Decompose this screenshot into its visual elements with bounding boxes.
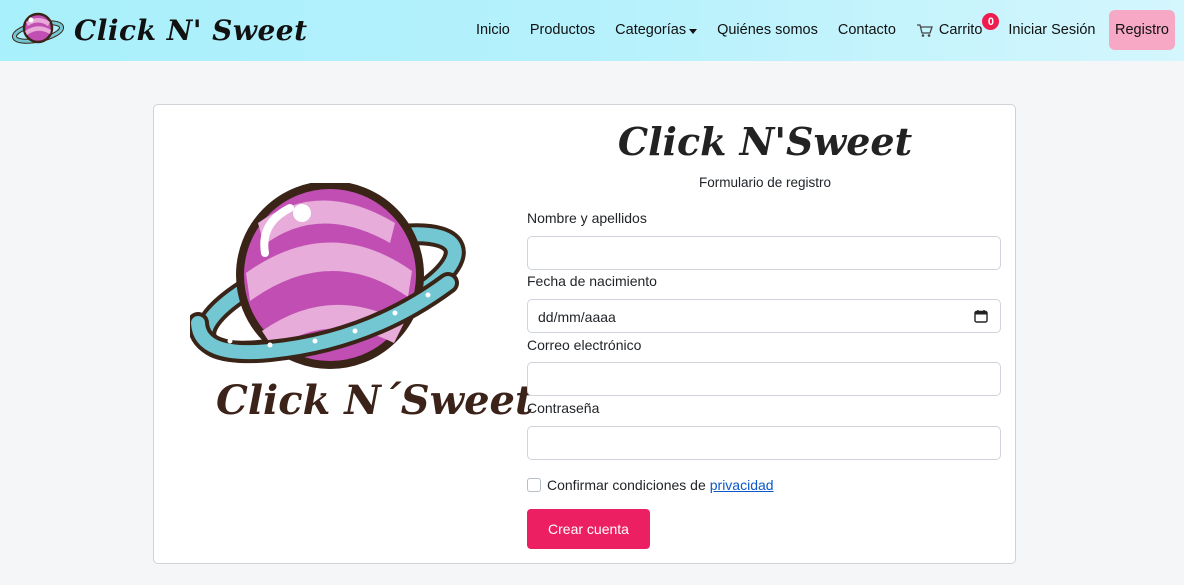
form-title: Click N'Sweet bbox=[617, 119, 913, 164]
password-label: Contraseña bbox=[527, 400, 600, 416]
password-input[interactable] bbox=[527, 426, 1001, 460]
navbar: Click N' Sweet Inicio Productos Categorí… bbox=[0, 0, 1184, 61]
nav-productos-label: Productos bbox=[529, 22, 596, 38]
nav-inicio-label: Inicio bbox=[476, 22, 510, 38]
nav-iniciar-sesion[interactable]: Iniciar Sesión bbox=[998, 10, 1105, 50]
privacy-row: Confirmar condiciones de privacidad bbox=[527, 477, 774, 493]
caret-down-icon bbox=[689, 28, 698, 34]
logo-wordmark: Click N´Sweet bbox=[216, 377, 534, 424]
nav-productos[interactable]: Productos bbox=[520, 10, 605, 50]
nav-inicio[interactable]: Inicio bbox=[466, 10, 520, 50]
privacy-link[interactable]: privacidad bbox=[710, 477, 774, 493]
cart-icon bbox=[916, 23, 933, 37]
cart-count-badge: 0 bbox=[982, 13, 1000, 30]
planet-logo-icon bbox=[12, 12, 64, 44]
registro-button[interactable]: Registro bbox=[1109, 10, 1175, 50]
brand-name: Click N' Sweet bbox=[74, 13, 308, 47]
privacy-checkbox[interactable] bbox=[527, 478, 541, 492]
nav-login-label: Iniciar Sesión bbox=[1008, 22, 1096, 38]
name-label: Nombre y apellidos bbox=[527, 210, 647, 226]
nav-contacto[interactable]: Contacto bbox=[828, 10, 906, 50]
nav-quienes-somos[interactable]: Quiénes somos bbox=[707, 10, 828, 50]
create-account-label: Crear cuenta bbox=[548, 521, 629, 537]
register-card: Click N´Sweet Click N'Sweet Formulario d… bbox=[153, 104, 1016, 564]
nav-categorias-dropdown[interactable]: Categorías bbox=[605, 10, 707, 50]
birthdate-label: Fecha de nacimiento bbox=[527, 273, 657, 289]
nav-categorias-label: Categorías bbox=[615, 22, 687, 38]
brand-link[interactable]: Click N' Sweet bbox=[12, 8, 308, 52]
birthdate-input[interactable]: dd/mm/aaaa bbox=[527, 299, 1001, 333]
email-input[interactable] bbox=[527, 362, 1001, 396]
nav-menu: Inicio Productos Categorías Quiénes somo… bbox=[466, 10, 1105, 50]
create-account-button[interactable]: Crear cuenta bbox=[527, 509, 650, 549]
calendar-icon[interactable] bbox=[974, 309, 988, 323]
nav-carrito[interactable]: Carrito 0 bbox=[906, 10, 1000, 50]
planet-illustration-icon bbox=[187, 181, 466, 369]
nav-carrito-label: Carrito bbox=[938, 22, 983, 38]
email-label: Correo electrónico bbox=[527, 337, 642, 353]
brand-logo bbox=[187, 181, 470, 378]
name-input[interactable] bbox=[527, 236, 1001, 270]
form-subtitle: Formulario de registro bbox=[698, 175, 832, 190]
privacy-text: Confirmar condiciones de bbox=[547, 477, 706, 493]
registro-label: Registro bbox=[1115, 22, 1169, 38]
nav-contacto-label: Contacto bbox=[837, 22, 896, 38]
birthdate-placeholder: dd/mm/aaaa bbox=[538, 309, 616, 325]
nav-quienes-label: Quiénes somos bbox=[717, 22, 818, 38]
